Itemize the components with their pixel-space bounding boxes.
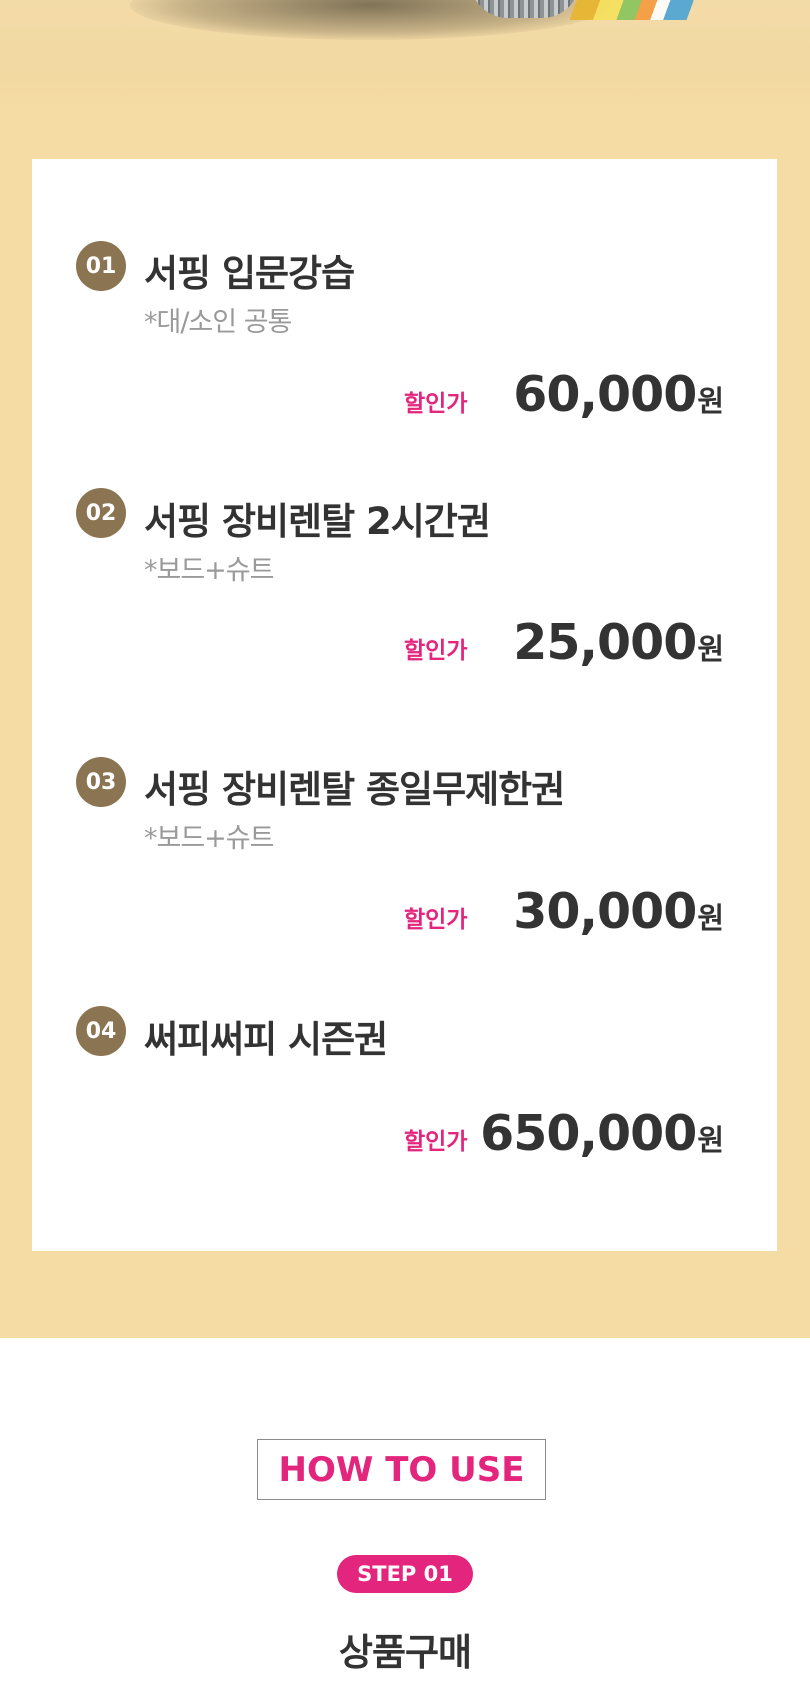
- price-unit: 원: [697, 384, 724, 418]
- price-unit: 원: [697, 1123, 724, 1157]
- product-subtitle: *대/소인 공통: [144, 307, 292, 338]
- price-unit: 원: [697, 632, 724, 666]
- beach-banner-image: [0, 0, 810, 110]
- how-to-use-heading: HOW TO USE: [257, 1439, 546, 1500]
- product-subtitle: *보드+슈트: [144, 555, 274, 586]
- price-amount: 25,000: [513, 614, 697, 671]
- price-unit: 원: [697, 901, 724, 935]
- item-number-badge: 02: [76, 488, 126, 538]
- step-title: 상품구매: [338, 1631, 472, 1674]
- item-number-badge: 04: [76, 1006, 126, 1056]
- product-title: 서핑 입문강습: [144, 252, 355, 295]
- product-title: 서핑 장비렌탈 2시간권: [144, 500, 491, 543]
- price-amount: 650,000: [480, 1105, 697, 1162]
- product-price: 25,000원: [513, 614, 724, 671]
- product-price: 60,000원: [513, 366, 724, 423]
- striped-towel-illustration: [569, 0, 711, 20]
- price-amount: 60,000: [513, 366, 697, 423]
- discount-price-label: 할인가: [404, 907, 468, 933]
- discount-price-label: 할인가: [404, 1129, 468, 1155]
- product-price: 30,000원: [513, 883, 724, 940]
- product-subtitle: *보드+슈트: [144, 823, 274, 854]
- product-title: 서핑 장비렌탈 종일무제한권: [144, 768, 565, 811]
- item-number-badge: 03: [76, 757, 126, 807]
- discount-price-label: 할인가: [404, 638, 468, 664]
- product-price-card: 01 서핑 입문강습 *대/소인 공통 할인가 60,000원 02 서핑 장비…: [32, 159, 777, 1251]
- item-number-badge: 01: [76, 241, 126, 291]
- price-amount: 30,000: [513, 883, 697, 940]
- product-title: 써피써피 시즌권: [144, 1018, 388, 1061]
- discount-price-label: 할인가: [404, 391, 468, 417]
- step-badge: STEP 01: [337, 1555, 473, 1593]
- product-price: 650,000원: [480, 1105, 724, 1162]
